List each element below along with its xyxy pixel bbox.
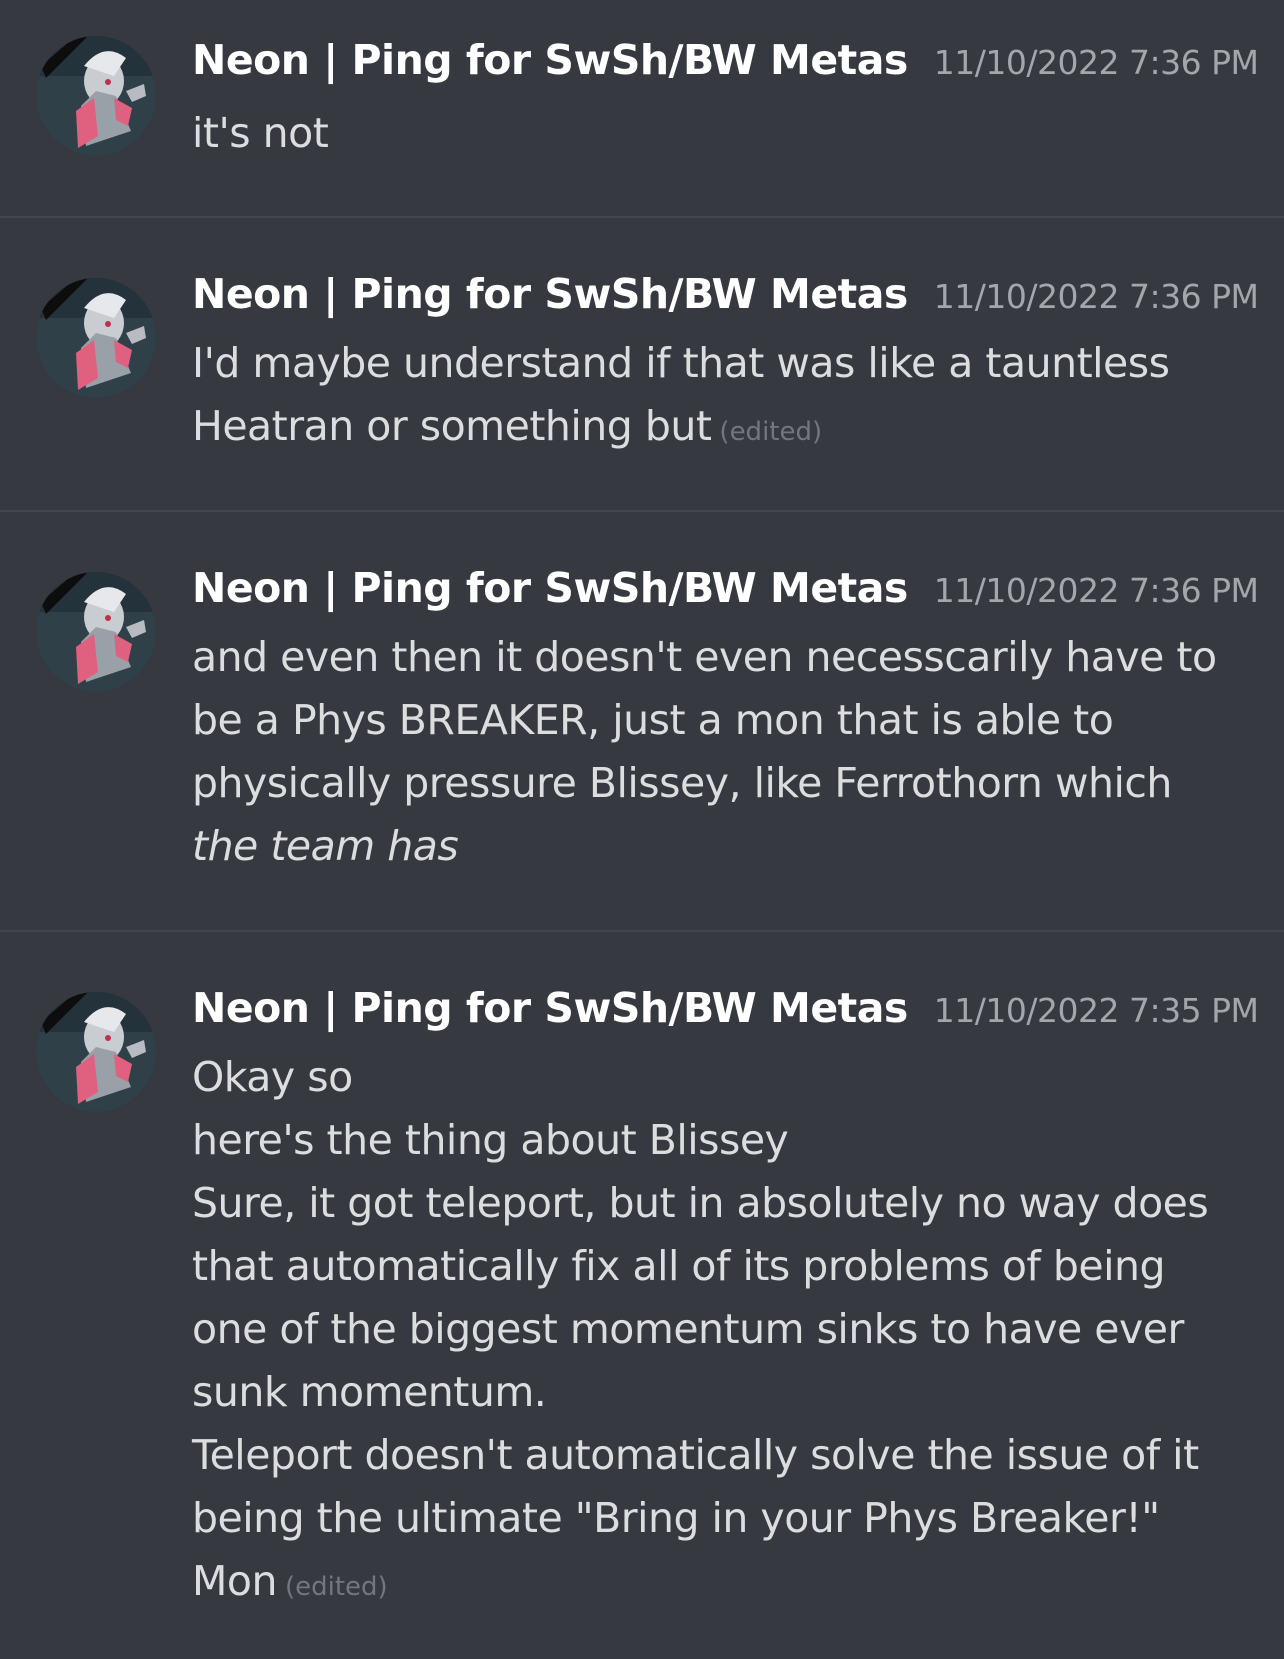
timestamp: 11/10/2022 7:36 PM — [933, 43, 1259, 82]
edited-label: (edited) — [719, 417, 823, 447]
avatar-icon — [36, 278, 156, 398]
message-line: Okay so — [192, 1053, 353, 1101]
message-line: Heatran or something but — [192, 402, 712, 450]
message-line: here's the thing about Blissey — [192, 1116, 789, 1164]
username[interactable]: Neon | Ping for SwSh/BW Metas — [192, 270, 908, 318]
message-item[interactable]: Neon | Ping for SwSh/BW Metas 11/10/2022… — [0, 0, 1284, 216]
avatar-icon — [36, 36, 156, 156]
message-content: Okay so here's the thing about Blissey S… — [192, 1046, 1252, 1619]
username[interactable]: Neon | Ping for SwSh/BW Metas — [192, 984, 908, 1032]
avatar[interactable] — [36, 992, 156, 1112]
message-line: Sure, it got teleport, but in absolutely… — [192, 1179, 1209, 1227]
username[interactable]: Neon | Ping for SwSh/BW Metas — [192, 564, 908, 612]
message-item[interactable]: Neon | Ping for SwSh/BW Metas 11/10/2022… — [0, 512, 1284, 930]
message-line-with-edited: Mon (edited) — [192, 1550, 1252, 1619]
message-line: Teleport doesn't automatically solve the… — [192, 1431, 1199, 1479]
timestamp: 11/10/2022 7:36 PM — [933, 571, 1259, 610]
message-header: Neon | Ping for SwSh/BW Metas 11/10/2022… — [192, 36, 1259, 96]
message-header: Neon | Ping for SwSh/BW Metas 11/10/2022… — [192, 984, 1259, 1044]
message-line: be a Phys BREAKER, just a mon that is ab… — [192, 696, 1114, 744]
message-item[interactable]: Neon | Ping for SwSh/BW Metas 11/10/2022… — [0, 932, 1284, 1659]
message-line: sunk momentum. — [192, 1368, 547, 1416]
avatar[interactable] — [36, 36, 156, 156]
avatar-icon — [36, 572, 156, 692]
username[interactable]: Neon | Ping for SwSh/BW Metas — [192, 36, 908, 84]
message-line-with-edited: Heatran or something but (edited) — [192, 395, 1252, 464]
message-line: that automatically fix all of its proble… — [192, 1242, 1166, 1290]
message-content: and even then it doesn't even necesscari… — [192, 626, 1252, 878]
message-feed: Neon | Ping for SwSh/BW Metas 11/10/2022… — [0, 0, 1284, 1659]
timestamp: 11/10/2022 7:35 PM — [933, 991, 1259, 1030]
message-header: Neon | Ping for SwSh/BW Metas 11/10/2022… — [192, 564, 1259, 624]
message-header: Neon | Ping for SwSh/BW Metas 11/10/2022… — [192, 270, 1259, 330]
message-content: it's not — [192, 102, 1252, 165]
edited-label: (edited) — [284, 1572, 388, 1602]
message-line: physically pressure Blissey, like Ferrot… — [192, 759, 1172, 807]
avatar[interactable] — [36, 572, 156, 692]
message-line-italic: the team has — [192, 822, 459, 870]
message-line: I'd maybe understand if that was like a … — [192, 339, 1170, 387]
avatar-icon — [36, 992, 156, 1112]
message-line: being the ultimate "Bring in your Phys B… — [192, 1494, 1160, 1542]
message-line: it's not — [192, 109, 329, 157]
avatar[interactable] — [36, 278, 156, 398]
message-line: one of the biggest momentum sinks to hav… — [192, 1305, 1184, 1353]
message-line: and even then it doesn't even necesscari… — [192, 633, 1217, 681]
message-line: Mon — [192, 1557, 277, 1605]
message-item[interactable]: Neon | Ping for SwSh/BW Metas 11/10/2022… — [0, 218, 1284, 510]
message-content: I'd maybe understand if that was like a … — [192, 332, 1252, 464]
timestamp: 11/10/2022 7:36 PM — [933, 277, 1259, 316]
